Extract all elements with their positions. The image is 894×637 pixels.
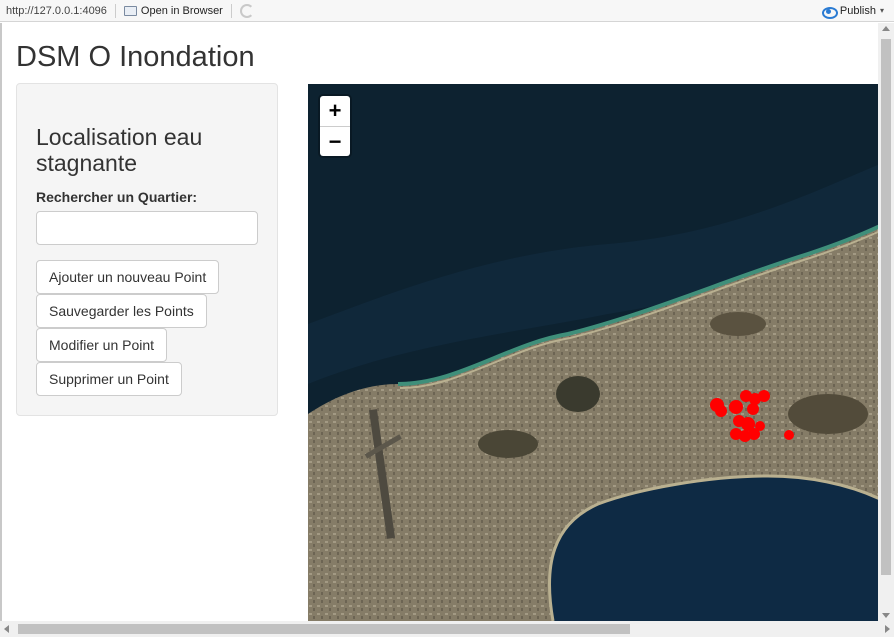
- chevron-down-icon[interactable]: ▾: [880, 6, 884, 15]
- satellite-map-image[interactable]: [308, 84, 878, 621]
- horizontal-scroll-thumb[interactable]: [18, 624, 630, 634]
- app-page: DSM O Inondation Localisation eau stagna…: [0, 23, 878, 621]
- refresh-icon[interactable]: [239, 3, 254, 18]
- scroll-right-icon[interactable]: [885, 625, 890, 633]
- scroll-left-icon[interactable]: [4, 625, 9, 633]
- zoom-control: + −: [320, 96, 350, 156]
- url-text: http://127.0.0.1:4096: [6, 4, 107, 17]
- zoom-in-button[interactable]: +: [320, 96, 350, 126]
- search-label: Rechercher un Quartier:: [36, 189, 198, 205]
- browser-window-icon: [123, 5, 137, 16]
- open-in-browser-button[interactable]: Open in Browser: [123, 4, 223, 17]
- edit-point-button[interactable]: Modifier un Point: [36, 328, 168, 362]
- vertical-scroll-thumb[interactable]: [881, 39, 891, 575]
- vertical-scrollbar[interactable]: [878, 23, 894, 621]
- sidebar-panel: Localisation eau stagnante Rechercher un…: [16, 83, 278, 416]
- scroll-up-icon[interactable]: [882, 26, 890, 31]
- viewer-toolbar: http://127.0.0.1:4096 Open in Browser Pu…: [0, 0, 894, 22]
- publish-label: Publish: [839, 4, 876, 17]
- scroll-down-icon[interactable]: [882, 613, 890, 618]
- save-points-button[interactable]: Sauvegarder les Points: [36, 294, 207, 328]
- sidebar-heading: Localisation eau stagnante: [36, 124, 203, 176]
- toolbar-divider: [230, 3, 232, 18]
- add-point-button[interactable]: Ajouter un nouveau Point: [36, 260, 220, 294]
- horizontal-scrollbar[interactable]: [0, 621, 894, 637]
- open-in-browser-label: Open in Browser: [140, 4, 223, 17]
- delete-point-button[interactable]: Supprimer un Point: [36, 362, 182, 396]
- publish-icon: [821, 5, 838, 19]
- publish-button[interactable]: Publish ▾: [821, 4, 894, 19]
- page-title: DSM O Inondation: [16, 41, 255, 73]
- search-input[interactable]: [36, 211, 258, 245]
- toolbar-divider: [114, 3, 116, 18]
- map-view[interactable]: + −: [308, 84, 878, 621]
- zoom-out-button[interactable]: −: [320, 126, 350, 156]
